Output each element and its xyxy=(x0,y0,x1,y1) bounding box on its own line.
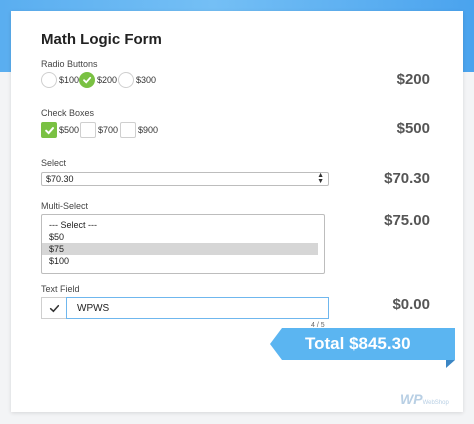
multiselect-price: $75.00 xyxy=(384,212,430,229)
radio-option-label: $200 xyxy=(97,75,118,85)
multiselect-option-selected[interactable]: $75 xyxy=(42,243,318,255)
checkbox[interactable] xyxy=(80,122,96,138)
radio-button[interactable] xyxy=(41,72,57,88)
multiselect-list[interactable]: --- Select --- $50 $75 $100 xyxy=(41,214,325,274)
select-value: $70.30 xyxy=(46,174,74,184)
multiselect-option[interactable]: $100 xyxy=(42,255,318,267)
textfield-group xyxy=(41,297,329,319)
checkbox-option-700[interactable]: $700 xyxy=(80,122,118,138)
radio-button[interactable] xyxy=(118,72,134,88)
radio-option-label: $100 xyxy=(59,75,80,85)
radio-button-selected[interactable] xyxy=(79,72,95,88)
checkbox-price: $500 xyxy=(396,120,430,137)
select-price: $70.30 xyxy=(384,170,430,187)
radio-option-200[interactable]: $200 xyxy=(79,72,117,88)
watermark-logo: WPWebShop xyxy=(400,391,449,407)
multiselect-option[interactable]: --- Select --- xyxy=(42,219,318,231)
multiselect-option[interactable]: $50 xyxy=(42,231,318,243)
form-title: Math Logic Form xyxy=(41,31,162,48)
check-icon xyxy=(42,298,67,318)
watermark-sub: WebShop xyxy=(422,400,449,406)
select-arrows-icon: ▲ ▼ xyxy=(317,172,324,185)
radio-option-300[interactable]: $300 xyxy=(118,72,156,88)
checkbox-option-label: $900 xyxy=(138,125,159,135)
checkbox-option-label: $700 xyxy=(98,125,119,135)
textfield-label: Text Field xyxy=(41,284,80,294)
checkbox-option-label: $500 xyxy=(59,125,80,135)
multiselect-label: Multi-Select xyxy=(41,201,89,211)
character-counter: 4 / 5 xyxy=(311,322,325,329)
checkbox-option-900[interactable]: $900 xyxy=(120,122,158,138)
check-icon xyxy=(83,76,92,84)
select-dropdown[interactable]: $70.30 ▲ ▼ xyxy=(41,172,329,186)
checkbox-option-500[interactable]: $500 xyxy=(41,122,79,138)
checkbox-group-label: Check Boxes xyxy=(41,108,95,118)
radio-option-label: $300 xyxy=(136,75,157,85)
radio-price: $200 xyxy=(396,71,430,88)
radio-group-label: Radio Buttons xyxy=(41,59,98,69)
checkbox-checked[interactable] xyxy=(41,122,57,138)
check-icon xyxy=(44,126,54,134)
checkbox[interactable] xyxy=(120,122,136,138)
radio-option-100[interactable]: $100 xyxy=(41,72,79,88)
select-label: Select xyxy=(41,158,67,168)
textfield-price: $0.00 xyxy=(392,296,430,313)
watermark-main: WP xyxy=(400,391,423,407)
total-amount: Total $845.30 xyxy=(305,334,411,353)
text-input[interactable] xyxy=(66,297,329,319)
